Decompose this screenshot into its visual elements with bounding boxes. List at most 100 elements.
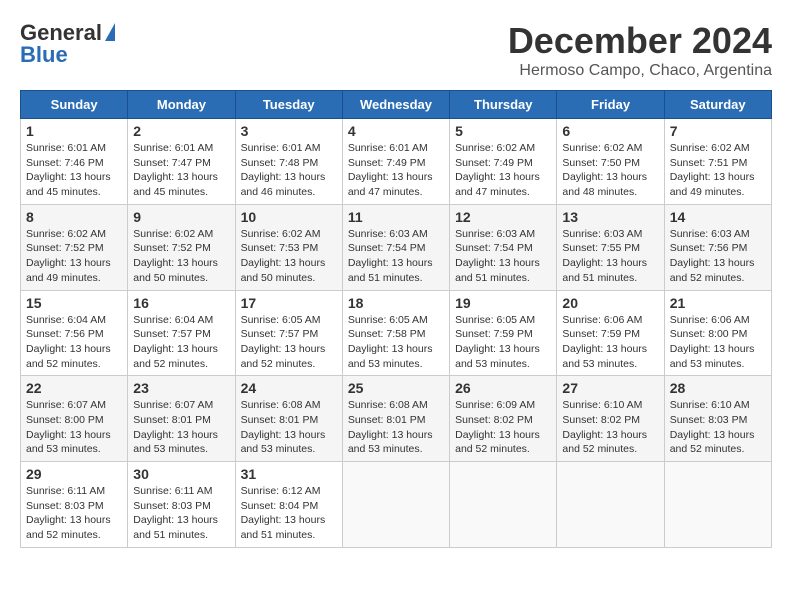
calendar-cell: 3 Sunrise: 6:01 AMSunset: 7:48 PMDaylight… — [235, 119, 342, 205]
column-header-monday: Monday — [128, 91, 235, 119]
day-info: Sunrise: 6:08 AMSunset: 8:01 PMDaylight:… — [241, 398, 337, 457]
calendar-header-row: SundayMondayTuesdayWednesdayThursdayFrid… — [21, 91, 772, 119]
day-number: 30 — [133, 466, 229, 482]
day-info: Sunrise: 6:03 AMSunset: 7:54 PMDaylight:… — [348, 227, 444, 286]
day-number: 4 — [348, 123, 444, 139]
calendar-cell: 23 Sunrise: 6:07 AMSunset: 8:01 PMDayligh… — [128, 376, 235, 462]
day-info: Sunrise: 6:09 AMSunset: 8:02 PMDaylight:… — [455, 398, 551, 457]
day-info: Sunrise: 6:04 AMSunset: 7:56 PMDaylight:… — [26, 313, 122, 372]
day-info: Sunrise: 6:05 AMSunset: 7:59 PMDaylight:… — [455, 313, 551, 372]
calendar-cell: 2 Sunrise: 6:01 AMSunset: 7:47 PMDaylight… — [128, 119, 235, 205]
day-number: 18 — [348, 295, 444, 311]
day-number: 31 — [241, 466, 337, 482]
calendar-cell: 31 Sunrise: 6:12 AMSunset: 8:04 PMDayligh… — [235, 462, 342, 548]
calendar-cell: 8 Sunrise: 6:02 AMSunset: 7:52 PMDaylight… — [21, 204, 128, 290]
day-number: 25 — [348, 380, 444, 396]
calendar-cell: 21 Sunrise: 6:06 AMSunset: 8:00 PMDayligh… — [664, 290, 771, 376]
column-header-tuesday: Tuesday — [235, 91, 342, 119]
day-number: 16 — [133, 295, 229, 311]
day-info: Sunrise: 6:07 AMSunset: 8:00 PMDaylight:… — [26, 398, 122, 457]
day-number: 29 — [26, 466, 122, 482]
column-header-thursday: Thursday — [450, 91, 557, 119]
page-title: December 2024 — [508, 20, 772, 62]
day-number: 21 — [670, 295, 766, 311]
day-info: Sunrise: 6:12 AMSunset: 8:04 PMDaylight:… — [241, 484, 337, 543]
day-number: 23 — [133, 380, 229, 396]
calendar-cell: 19 Sunrise: 6:05 AMSunset: 7:59 PMDayligh… — [450, 290, 557, 376]
logo-blue: Blue — [20, 42, 68, 68]
day-number: 5 — [455, 123, 551, 139]
day-info: Sunrise: 6:06 AMSunset: 8:00 PMDaylight:… — [670, 313, 766, 372]
day-number: 11 — [348, 209, 444, 225]
page-header: General Blue December 2024 Hermoso Campo… — [20, 20, 772, 80]
calendar-cell: 17Sunrise: 6:05 AMSunset: 7:57 PMDayligh… — [235, 290, 342, 376]
calendar-cell: 25 Sunrise: 6:08 AMSunset: 8:01 PMDayligh… — [342, 376, 449, 462]
day-info: Sunrise: 6:02 AMSunset: 7:52 PMDaylight:… — [133, 227, 229, 286]
day-info: Sunrise: 6:03 AMSunset: 7:54 PMDaylight:… — [455, 227, 551, 286]
calendar-cell: 28 Sunrise: 6:10 AMSunset: 8:03 PMDayligh… — [664, 376, 771, 462]
calendar-cell: 6Sunrise: 6:02 AMSunset: 7:50 PMDaylight… — [557, 119, 664, 205]
calendar-cell: 5Sunrise: 6:02 AMSunset: 7:49 PMDaylight… — [450, 119, 557, 205]
day-info: Sunrise: 6:02 AMSunset: 7:52 PMDaylight:… — [26, 227, 122, 286]
day-number: 19 — [455, 295, 551, 311]
calendar-table: SundayMondayTuesdayWednesdayThursdayFrid… — [20, 90, 772, 548]
day-number: 14 — [670, 209, 766, 225]
calendar-cell: 11 Sunrise: 6:03 AMSunset: 7:54 PMDayligh… — [342, 204, 449, 290]
calendar-cell: 12Sunrise: 6:03 AMSunset: 7:54 PMDayligh… — [450, 204, 557, 290]
empty-cell — [557, 462, 664, 548]
calendar-cell: 22 Sunrise: 6:07 AMSunset: 8:00 PMDayligh… — [21, 376, 128, 462]
day-info: Sunrise: 6:10 AMSunset: 8:03 PMDaylight:… — [670, 398, 766, 457]
day-info: Sunrise: 6:01 AMSunset: 7:47 PMDaylight:… — [133, 141, 229, 200]
calendar-cell: 1 Sunrise: 6:01 AMSunset: 7:46 PMDaylight… — [21, 119, 128, 205]
calendar-week-row: 1 Sunrise: 6:01 AMSunset: 7:46 PMDaylight… — [21, 119, 772, 205]
calendar-cell: 27Sunrise: 6:10 AMSunset: 8:02 PMDayligh… — [557, 376, 664, 462]
column-header-sunday: Sunday — [21, 91, 128, 119]
day-number: 20 — [562, 295, 658, 311]
day-number: 7 — [670, 123, 766, 139]
calendar-cell: 24 Sunrise: 6:08 AMSunset: 8:01 PMDayligh… — [235, 376, 342, 462]
day-number: 15 — [26, 295, 122, 311]
empty-cell — [450, 462, 557, 548]
day-number: 2 — [133, 123, 229, 139]
day-number: 22 — [26, 380, 122, 396]
day-info: Sunrise: 6:03 AMSunset: 7:56 PMDaylight:… — [670, 227, 766, 286]
day-number: 6 — [562, 123, 658, 139]
day-number: 24 — [241, 380, 337, 396]
day-info: Sunrise: 6:07 AMSunset: 8:01 PMDaylight:… — [133, 398, 229, 457]
day-info: Sunrise: 6:02 AMSunset: 7:53 PMDaylight:… — [241, 227, 337, 286]
logo-arrow-icon — [105, 23, 115, 41]
day-number: 8 — [26, 209, 122, 225]
day-info: Sunrise: 6:01 AMSunset: 7:49 PMDaylight:… — [348, 141, 444, 200]
day-info: Sunrise: 6:04 AMSunset: 7:57 PMDaylight:… — [133, 313, 229, 372]
day-info: Sunrise: 6:08 AMSunset: 8:01 PMDaylight:… — [348, 398, 444, 457]
column-header-friday: Friday — [557, 91, 664, 119]
day-number: 26 — [455, 380, 551, 396]
day-number: 28 — [670, 380, 766, 396]
calendar-cell: 10 Sunrise: 6:02 AMSunset: 7:53 PMDayligh… — [235, 204, 342, 290]
calendar-week-row: 8 Sunrise: 6:02 AMSunset: 7:52 PMDaylight… — [21, 204, 772, 290]
calendar-cell: 29 Sunrise: 6:11 AMSunset: 8:03 PMDayligh… — [21, 462, 128, 548]
page-subtitle: Hermoso Campo, Chaco, Argentina — [508, 62, 772, 80]
day-number: 27 — [562, 380, 658, 396]
calendar-cell: 16 Sunrise: 6:04 AMSunset: 7:57 PMDayligh… — [128, 290, 235, 376]
day-number: 3 — [241, 123, 337, 139]
calendar-week-row: 22 Sunrise: 6:07 AMSunset: 8:00 PMDayligh… — [21, 376, 772, 462]
day-number: 9 — [133, 209, 229, 225]
calendar-cell: 18 Sunrise: 6:05 AMSunset: 7:58 PMDayligh… — [342, 290, 449, 376]
day-number: 1 — [26, 123, 122, 139]
calendar-cell: 15 Sunrise: 6:04 AMSunset: 7:56 PMDayligh… — [21, 290, 128, 376]
day-info: Sunrise: 6:01 AMSunset: 7:48 PMDaylight:… — [241, 141, 337, 200]
day-number: 13 — [562, 209, 658, 225]
day-info: Sunrise: 6:05 AMSunset: 7:57 PMDaylight:… — [241, 313, 337, 372]
day-number: 10 — [241, 209, 337, 225]
day-info: Sunrise: 6:01 AMSunset: 7:46 PMDaylight:… — [26, 141, 122, 200]
logo: General Blue — [20, 20, 115, 68]
day-info: Sunrise: 6:05 AMSunset: 7:58 PMDaylight:… — [348, 313, 444, 372]
day-info: Sunrise: 6:11 AMSunset: 8:03 PMDaylight:… — [26, 484, 122, 543]
calendar-cell: 20 Sunrise: 6:06 AMSunset: 7:59 PMDayligh… — [557, 290, 664, 376]
day-info: Sunrise: 6:06 AMSunset: 7:59 PMDaylight:… — [562, 313, 658, 372]
calendar-cell: 4 Sunrise: 6:01 AMSunset: 7:49 PMDaylight… — [342, 119, 449, 205]
calendar-week-row: 29 Sunrise: 6:11 AMSunset: 8:03 PMDayligh… — [21, 462, 772, 548]
calendar-cell: 14 Sunrise: 6:03 AMSunset: 7:56 PMDayligh… — [664, 204, 771, 290]
empty-cell — [664, 462, 771, 548]
